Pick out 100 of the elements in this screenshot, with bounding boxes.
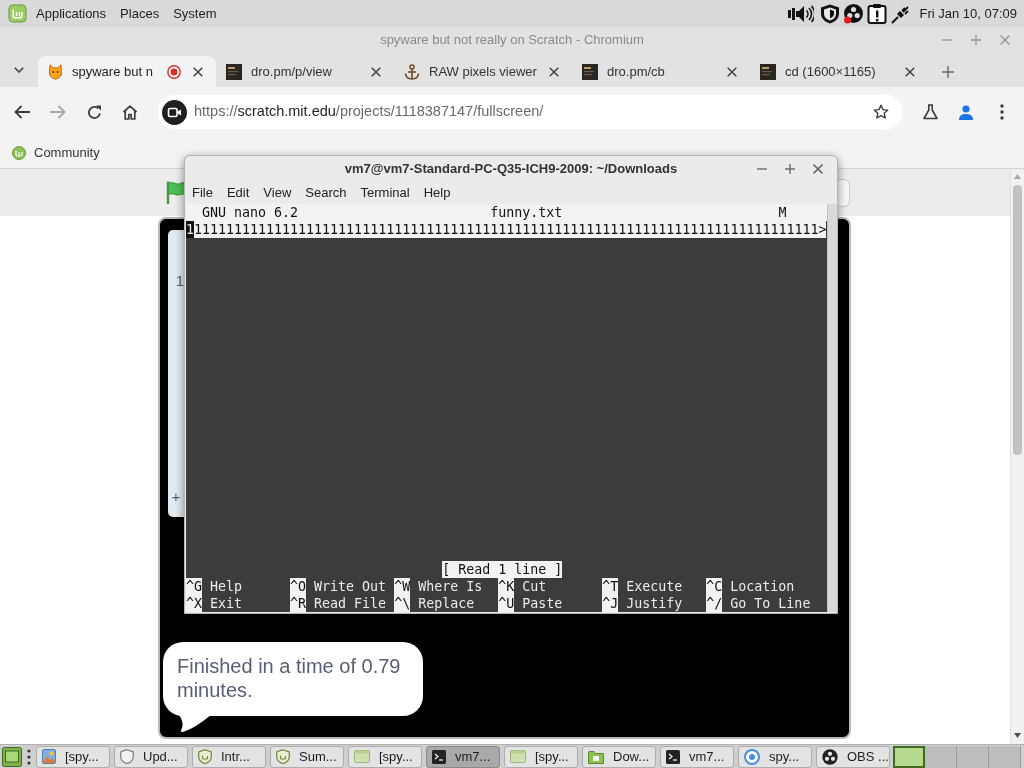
close-icon[interactable] bbox=[813, 164, 823, 174]
shortcut-label: Justify bbox=[626, 595, 683, 612]
shortcut-key: ^X bbox=[186, 595, 202, 612]
modified-label: M bbox=[778, 204, 787, 221]
editor-version: GNU nano 6.2 bbox=[202, 204, 299, 221]
circle-logo-icon[interactable] bbox=[843, 3, 865, 24]
logo-icon[interactable] bbox=[12, 145, 26, 160]
window-icon bbox=[354, 750, 370, 763]
terminal-icon bbox=[432, 749, 446, 764]
browser-tab[interactable]: dro.pm/cb bbox=[572, 56, 750, 87]
anchor-icon bbox=[404, 63, 420, 80]
shortcut-label: Go To Line bbox=[730, 595, 811, 612]
logo-icon[interactable] bbox=[8, 4, 27, 23]
grip-icon[interactable] bbox=[27, 748, 31, 765]
arrow-up-icon[interactable] bbox=[1014, 174, 1021, 179]
close-icon[interactable] bbox=[905, 66, 915, 77]
image-thumbnail-icon bbox=[582, 63, 598, 80]
close-icon[interactable] bbox=[727, 66, 737, 77]
shortcut-label: Where Is bbox=[418, 578, 483, 595]
maximize-icon[interactable] bbox=[785, 164, 795, 174]
flask-icon[interactable] bbox=[922, 104, 938, 120]
shortcut-key: ^R bbox=[290, 595, 307, 612]
shortcut-key: ^\ bbox=[394, 595, 411, 612]
taskbar-button[interactable]: [spy... bbox=[36, 745, 110, 768]
taskbar-button[interactable]: Upd... bbox=[114, 745, 188, 768]
menu-item[interactable]: File bbox=[185, 184, 220, 202]
menu-icon[interactable] bbox=[1000, 104, 1004, 120]
badge-icon bbox=[198, 749, 212, 764]
badge-icon bbox=[276, 749, 290, 764]
bookmark-link[interactable]: Community bbox=[34, 142, 100, 163]
taskbar-button[interactable]: [spy... bbox=[348, 745, 422, 768]
browser-tab[interactable]: dro.pm/p/view bbox=[216, 56, 394, 87]
menu-item[interactable]: Edit bbox=[219, 184, 257, 202]
menu-item[interactable]: Terminal bbox=[353, 184, 417, 202]
network-plug-icon[interactable] bbox=[891, 3, 912, 24]
home-icon[interactable] bbox=[122, 104, 138, 120]
taskbar-button[interactable]: Sum... bbox=[270, 745, 344, 768]
shortcut-key: ^U bbox=[498, 595, 515, 612]
shortcut-label: Help bbox=[210, 578, 243, 595]
arrow-down-icon[interactable] bbox=[1014, 733, 1021, 738]
caret-down-icon[interactable] bbox=[14, 66, 24, 73]
line-text: 111111111111111111111111111111111111111111111111111111111111111111111111111111 bbox=[194, 221, 819, 238]
menu-item[interactable]: View bbox=[256, 184, 299, 202]
plus-icon[interactable] bbox=[942, 65, 954, 78]
shortcut-label: Location bbox=[730, 578, 795, 595]
shortcut-key: ^K bbox=[498, 578, 515, 595]
taskbar-button[interactable]: OBS ... bbox=[816, 745, 890, 768]
taskbar-button[interactable]: vm7... bbox=[660, 745, 734, 768]
browser-tab[interactable]: cd (1600×1165) bbox=[750, 56, 928, 87]
shortcut-key: ^C bbox=[706, 578, 723, 595]
taskbar-button[interactable]: vm7... bbox=[426, 745, 500, 768]
workspace-button[interactable] bbox=[893, 745, 925, 768]
browser-icon bbox=[744, 748, 760, 765]
scrollbar[interactable] bbox=[827, 204, 837, 612]
scrollbar[interactable] bbox=[1010, 169, 1024, 744]
overflow-marker: > bbox=[818, 221, 827, 238]
shortcut-label: Paste bbox=[522, 595, 563, 612]
shortcut-key: ^O bbox=[290, 578, 307, 595]
menu-item[interactable]: Help bbox=[416, 184, 458, 202]
taskbar-button[interactable]: [spy... bbox=[504, 745, 578, 768]
shortcut-label: Replace bbox=[418, 595, 475, 612]
panel-menu[interactable]: System bbox=[166, 3, 224, 24]
reload-icon[interactable] bbox=[86, 104, 102, 120]
shield-icon bbox=[120, 749, 134, 764]
window-title: spyware but not really on Scratch - Chromium bbox=[380, 30, 644, 49]
desktop-icon[interactable] bbox=[2, 746, 22, 767]
shortcut-key: ^G bbox=[186, 578, 202, 595]
clipboard-alert-icon[interactable] bbox=[867, 3, 888, 24]
add-button[interactable]: + bbox=[171, 488, 181, 505]
camera-icon[interactable] bbox=[162, 99, 187, 125]
back-icon[interactable] bbox=[14, 105, 30, 119]
browser-tab[interactable]: spyware but n bbox=[38, 56, 216, 87]
folder-icon bbox=[588, 749, 604, 764]
list-index: 1 bbox=[175, 272, 185, 289]
close-icon[interactable] bbox=[193, 66, 203, 77]
window-title: vm7@vm7-Standard-PC-Q35-ICH9-2009: ~/Downloads bbox=[344, 160, 678, 179]
browser-tab[interactable]: RAW pixels viewer bbox=[394, 56, 572, 87]
image-thumbnail-icon bbox=[760, 63, 776, 80]
url-text[interactable]: https://scratch.mit.edu/projects/1118387147/fullscreen/ bbox=[194, 101, 544, 123]
text-cursor: 1 bbox=[186, 221, 194, 238]
shortcut-label: Exit bbox=[210, 595, 243, 612]
address-bar[interactable]: https://scratch.mit.edu/projects/1118387147/fullscreen/ bbox=[158, 95, 903, 129]
shortcut-key: ^J bbox=[602, 595, 619, 612]
taskbar-button[interactable]: Dow... bbox=[582, 745, 656, 768]
shortcut-label: Execute bbox=[626, 578, 683, 595]
speech-text: Finished in a time of 0.79 minutes. bbox=[177, 654, 402, 702]
volume-icon[interactable] bbox=[788, 4, 815, 23]
taskbar-button[interactable]: Intr... bbox=[192, 745, 266, 768]
taskbar-button[interactable]: spy... bbox=[738, 745, 812, 768]
panel-menu[interactable]: Applications bbox=[29, 3, 114, 24]
shortcut-key: ^/ bbox=[706, 595, 723, 612]
menu-item[interactable]: Search bbox=[298, 184, 354, 202]
file-name: funny.txt bbox=[490, 204, 563, 221]
star-icon[interactable] bbox=[873, 104, 889, 120]
close-icon[interactable] bbox=[549, 66, 559, 77]
scrollbar-thumb[interactable] bbox=[1013, 185, 1022, 455]
shield-icon[interactable] bbox=[820, 3, 841, 24]
close-icon[interactable] bbox=[371, 66, 381, 77]
profile-icon[interactable] bbox=[959, 104, 973, 120]
panel-menu[interactable]: Places bbox=[113, 3, 167, 24]
